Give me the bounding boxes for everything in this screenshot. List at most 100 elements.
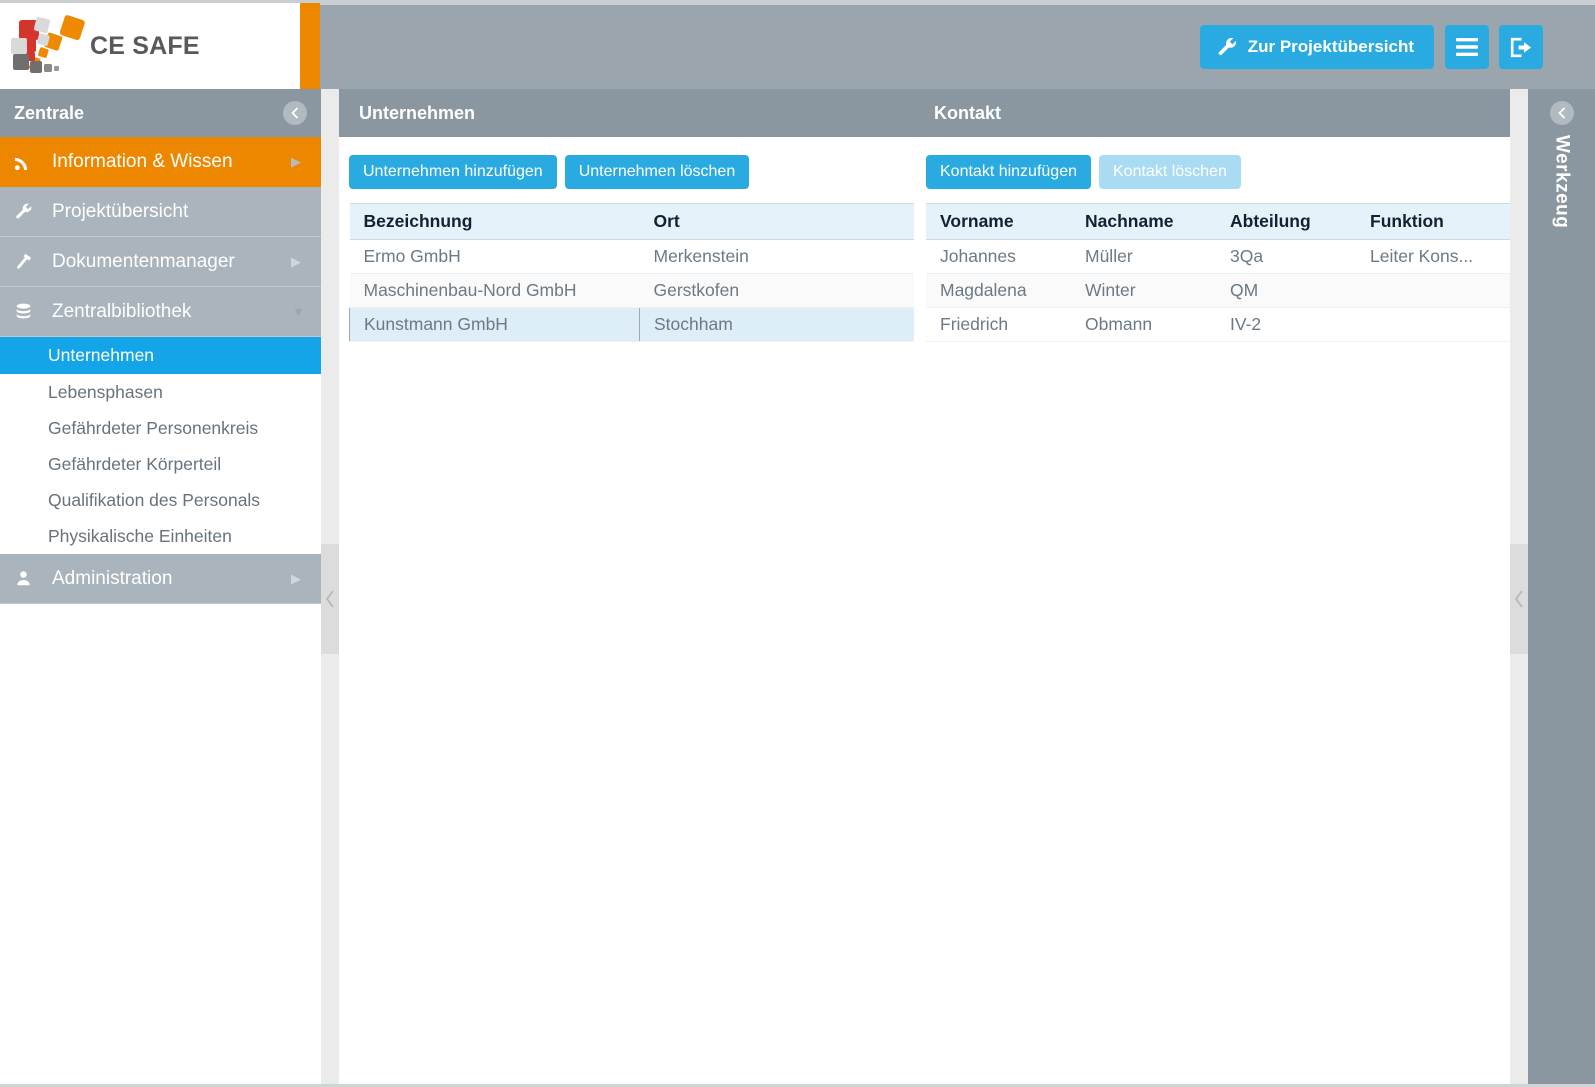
menu-button[interactable] — [1445, 25, 1489, 69]
left-panel-resizer[interactable] — [321, 89, 339, 1087]
chevron-left-circle-icon — [1558, 107, 1565, 119]
user-icon — [14, 569, 44, 588]
project-overview-button[interactable]: Zur Projektübersicht — [1199, 25, 1434, 69]
cell-ort[interactable]: Merkenstein — [639, 239, 914, 274]
tools-collapse-button[interactable] — [1549, 101, 1574, 125]
companies-toolbar: Unternehmen hinzufügen Unternehmen lösch… — [349, 155, 914, 189]
cell-bezeichnung-editing[interactable]: Kunstmann GmbH — [349, 307, 640, 342]
chevron-left-icon — [325, 590, 334, 608]
add-contact-button[interactable]: Kontakt hinzufügen — [926, 155, 1091, 189]
chevron-right-icon: ▶ — [291, 153, 301, 169]
sidebar-subitem-label: Physikalische Einheiten — [48, 525, 232, 546]
delete-contact-button[interactable]: Kontakt löschen — [1099, 155, 1241, 189]
sidebar-subitem-unternehmen[interactable]: Unternehmen — [0, 337, 321, 374]
sidebar-subitem-gefaehrdeter-koerperteil[interactable]: Gefährdeter Körperteil — [0, 446, 321, 482]
chevron-left-icon — [1514, 590, 1523, 608]
table-row[interactable]: Ermo GmbH Merkenstein — [349, 239, 914, 274]
cell-bezeichnung[interactable]: Ermo GmbH — [349, 239, 640, 274]
sidebar-subitem-gefaehrdeter-personenkreis[interactable]: Gefährdeter Personenkreis — [0, 410, 321, 446]
sidebar-item-information-wissen[interactable]: Information & Wissen ▶ — [0, 137, 321, 187]
panel-title-unternehmen: Unternehmen — [359, 102, 476, 123]
sidebar-subitem-label: Gefährdeter Körperteil — [48, 453, 222, 474]
panel-header: Unternehmen Kontakt — [339, 89, 1510, 137]
cell-vorname[interactable]: Johannes — [926, 239, 1071, 274]
hammer-icon — [14, 252, 44, 271]
sidebar-item-label: Dokumentenmanager — [52, 250, 235, 272]
sidebar-item-label: Information & Wissen — [52, 150, 233, 172]
hamburger-menu-icon — [1456, 38, 1478, 56]
sidebar-collapse-button[interactable] — [283, 101, 307, 125]
work-area: Unternehmen hinzufügen Unternehmen lösch… — [339, 137, 1510, 342]
contacts-toolbar: Kontakt hinzufügen Kontakt löschen — [926, 155, 1510, 189]
right-panel-resizer[interactable] — [1510, 89, 1528, 1087]
table-row[interactable]: Johannes Müller 3Qa Leiter Kons... — [926, 239, 1510, 274]
cell-funktion[interactable] — [1356, 273, 1510, 308]
tools-inner: Werkzeug — [1528, 89, 1595, 228]
wrench-icon — [14, 202, 44, 221]
column-header-funktion[interactable]: Funktion — [1356, 203, 1510, 240]
column-header-vorname[interactable]: Vorname — [926, 203, 1071, 240]
brand-logo: CE SAFE — [0, 3, 300, 89]
sidebar-subitem-label: Unternehmen — [48, 345, 155, 365]
ce-safe-logo-icon — [11, 15, 85, 73]
cell-vorname[interactable]: Friedrich — [926, 307, 1071, 342]
tools-label: Werkzeug — [1551, 135, 1573, 229]
contacts-panel: Kontakt hinzufügen Kontakt löschen Vorna… — [914, 137, 1510, 342]
cell-bezeichnung[interactable]: Maschinenbau-Nord GmbH — [349, 273, 640, 308]
left-panel-collapse-handle[interactable] — [321, 544, 339, 654]
application-root: CE SAFE Zur Projektübersicht Zentrale In… — [0, 0, 1595, 1087]
sidebar-item-label: Projektübersicht — [52, 200, 189, 222]
table-row[interactable]: Friedrich Obmann IV-2 — [926, 307, 1510, 342]
sidebar-item-label: Administration — [52, 567, 173, 589]
tools-panel: Werkzeug — [1528, 89, 1595, 1087]
table-header-row: Vorname Nachname Abteilung Funktion — [926, 203, 1510, 240]
sidebar-subitem-label: Lebensphasen — [48, 381, 163, 402]
cell-nachname[interactable]: Obmann — [1071, 307, 1216, 342]
right-panel-collapse-handle[interactable] — [1510, 544, 1528, 654]
wrench-icon — [1218, 37, 1236, 56]
top-bar: CE SAFE Zur Projektübersicht — [0, 0, 1595, 89]
brand-accent-bar — [300, 3, 320, 89]
contacts-table: Vorname Nachname Abteilung Funktion Joha… — [926, 203, 1510, 342]
chevron-right-icon: ▶ — [291, 570, 301, 586]
database-icon — [14, 302, 44, 321]
brand-name: CE SAFE — [90, 31, 200, 60]
cell-vorname[interactable]: Magdalena — [926, 273, 1071, 308]
table-row[interactable]: Maschinenbau-Nord GmbH Gerstkofen — [349, 273, 914, 308]
sidebar-item-projektuebersicht[interactable]: Projektübersicht — [0, 187, 321, 237]
sidebar-subitem-label: Qualifikation des Personals — [48, 489, 261, 510]
logout-button[interactable] — [1499, 25, 1543, 69]
panel-title-kontakt: Kontakt — [934, 102, 1001, 123]
cell-ort[interactable]: Stochham — [639, 307, 914, 342]
sidebar-item-administration[interactable]: Administration ▶ — [0, 554, 321, 604]
cell-abteilung[interactable]: 3Qa — [1216, 239, 1356, 274]
table-row[interactable]: Magdalena Winter QM — [926, 273, 1510, 308]
table-header-row: Bezeichnung Ort — [349, 203, 914, 240]
cell-funktion[interactable] — [1356, 307, 1510, 342]
add-company-button[interactable]: Unternehmen hinzufügen — [349, 155, 557, 189]
column-header-ort[interactable]: Ort — [639, 203, 914, 240]
sidebar-subitem-physikalische-einheiten[interactable]: Physikalische Einheiten — [0, 518, 321, 554]
cell-nachname[interactable]: Müller — [1071, 239, 1216, 274]
sidebar-item-dokumentenmanager[interactable]: Dokumentenmanager ▶ — [0, 237, 321, 287]
sidebar-subitem-qualifikation-des-personals[interactable]: Qualifikation des Personals — [0, 482, 321, 518]
cell-ort[interactable]: Gerstkofen — [639, 273, 914, 308]
project-overview-label: Zur Projektübersicht — [1247, 37, 1414, 56]
companies-panel: Unternehmen hinzufügen Unternehmen lösch… — [339, 137, 914, 342]
column-header-bezeichnung[interactable]: Bezeichnung — [349, 203, 640, 240]
chevron-left-circle-icon — [291, 107, 298, 119]
cell-funktion[interactable]: Leiter Kons... — [1356, 239, 1510, 274]
sidebar-item-zentralbibliothek[interactable]: Zentralbibliothek ▼ — [0, 287, 321, 337]
cell-abteilung[interactable]: QM — [1216, 273, 1356, 308]
delete-company-button[interactable]: Unternehmen löschen — [564, 155, 750, 189]
cell-nachname[interactable]: Winter — [1071, 273, 1216, 308]
sidebar-subitem-lebensphasen[interactable]: Lebensphasen — [0, 374, 321, 410]
chevron-right-icon: ▶ — [291, 253, 301, 269]
companies-table: Bezeichnung Ort Ermo GmbH Merkenstein Ma… — [349, 203, 914, 342]
table-row-selected[interactable]: Kunstmann GmbH Stochham — [349, 307, 914, 342]
sidebar: Zentrale Information & Wissen ▶ Projektü… — [0, 89, 321, 1087]
sidebar-header: Zentrale — [0, 89, 321, 137]
column-header-abteilung[interactable]: Abteilung — [1216, 203, 1356, 240]
column-header-nachname[interactable]: Nachname — [1071, 203, 1216, 240]
cell-abteilung[interactable]: IV-2 — [1216, 307, 1356, 342]
